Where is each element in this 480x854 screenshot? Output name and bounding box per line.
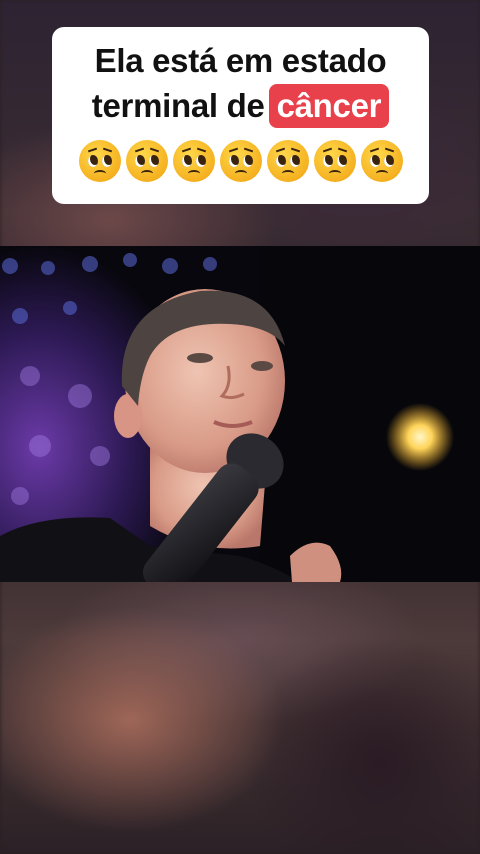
- pleading-face-icon: [313, 140, 356, 183]
- caption-line-2: terminal de câncer: [62, 84, 419, 130]
- pleading-face-icon: [219, 140, 262, 183]
- pleading-face-icon: [125, 140, 168, 183]
- pleading-face-icon: [78, 140, 121, 183]
- caption-card: Ela está em estado terminal de câncer: [52, 27, 429, 204]
- pleading-face-icon: [266, 140, 309, 183]
- video-frame[interactable]: [0, 246, 480, 582]
- caption-line-1: Ela está em estado: [94, 42, 387, 79]
- video-still: [0, 246, 480, 582]
- caption-line-2-text: terminal de: [91, 87, 265, 124]
- emoji-row: [62, 140, 419, 183]
- caption-highlight: câncer: [268, 84, 390, 129]
- pleading-face-icon: [360, 140, 403, 183]
- pleading-face-icon: [172, 140, 215, 183]
